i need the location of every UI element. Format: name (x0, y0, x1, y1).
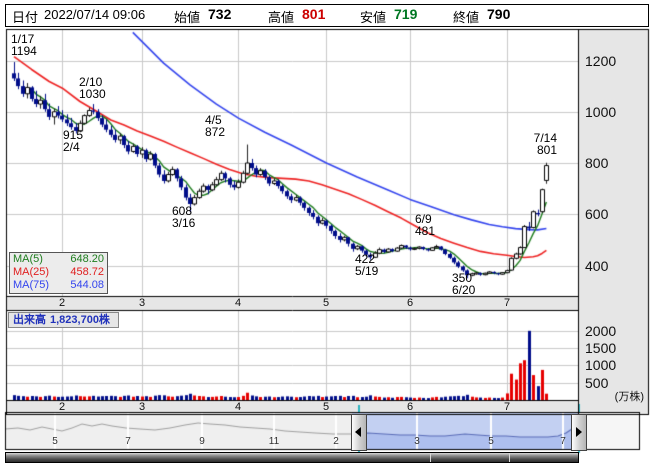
close-value: 790 (487, 6, 511, 22)
open-label: 始値 (174, 10, 201, 25)
date-value: 2022/07/14 09:06 (44, 7, 146, 22)
low-label: 安値 (360, 10, 387, 25)
month-label-upper: 5 (322, 297, 330, 309)
ma-legend-row: MA(75) 544.08 (10, 279, 107, 292)
ma-legend-row: MA(5) 648.20 (10, 253, 107, 266)
month-label-lower: 3 (138, 401, 146, 413)
left-arrow-icon (355, 427, 361, 437)
navigator-left-arrow-button[interactable] (351, 414, 367, 451)
high-value: 801 (302, 6, 326, 22)
chart-annotation: 915 2/4 (63, 128, 84, 154)
open-value: 732 (208, 6, 232, 22)
volume-axis-tick: 1500 (585, 340, 617, 356)
price-axis-tick: 1000 (585, 104, 617, 120)
right-arrow-icon (576, 427, 582, 437)
stock-chart-widget: 日付 2022/07/14 09:06 始値 732 高値 801 安値 719… (0, 0, 653, 470)
volume-header: 出来高 1,823,700株 (8, 312, 119, 328)
navigator-selected-region[interactable] (366, 413, 571, 449)
month-label-lower: 7 (503, 401, 511, 413)
chart-annotation: 1/17 1194 (11, 32, 37, 58)
month-label-upper: 6 (406, 297, 414, 309)
month-label-upper: 7 (503, 297, 511, 309)
ma-legend-value: 458.72 (70, 266, 104, 278)
chart-canvas (0, 0, 653, 470)
price-axis-tick: 400 (585, 258, 609, 274)
volume-axis-tick: 2000 (585, 323, 617, 339)
chart-annotation: 7/14 801 (533, 131, 557, 157)
navigator-right-arrow-button[interactable] (571, 414, 587, 451)
navigator-history-region[interactable] (6, 413, 351, 449)
ma-legend-value: 544.08 (70, 279, 104, 291)
volume-axis-tick: 1000 (585, 357, 617, 373)
high-label: 高値 (268, 10, 295, 25)
chart-annotation: 4/5 872 (205, 113, 226, 139)
horizontal-scrollbar[interactable] (5, 452, 579, 463)
chart-annotation: 608 3/16 (172, 204, 196, 230)
month-label-lower: 4 (234, 401, 242, 413)
volume-value: 1,823,700株 (50, 314, 110, 326)
ma-legend: MA(5) 648.20 MA(25) 458.72 MA(75) 544.08 (9, 252, 108, 294)
month-label-lower: 2 (58, 401, 66, 413)
ma-legend-label: MA(75) (13, 279, 50, 291)
month-label-upper: 3 (138, 297, 146, 309)
chart-annotation: 2/10 1030 (79, 75, 106, 101)
month-label-upper: 2 (58, 297, 66, 309)
low-value: 719 (394, 6, 418, 22)
close-label: 終値 (453, 10, 480, 25)
ma-legend-value: 648.20 (70, 253, 104, 265)
ma-legend-row: MA(25) 458.72 (10, 266, 107, 279)
volume-unit-label: (万株) (614, 391, 644, 403)
month-label-upper: 4 (234, 297, 242, 309)
date-label: 日付 (12, 10, 39, 25)
chart-annotation: 6/9 481 (415, 212, 436, 238)
scrollbar-separator (509, 453, 510, 462)
price-axis-tick: 1200 (585, 53, 617, 69)
chart-annotation: 350 6/20 (452, 271, 476, 297)
price-axis-tick: 800 (585, 155, 609, 171)
price-axis-tick: 600 (585, 206, 609, 222)
volume-label: 出来高 (13, 314, 46, 326)
ma-legend-label: MA(25) (13, 266, 50, 278)
quote-header: 日付 2022/07/14 09:06 始値 732 高値 801 安値 719… (5, 4, 649, 27)
month-label-lower: 5 (322, 401, 330, 413)
chart-annotation: 422 5/19 (355, 252, 379, 278)
month-label-lower: 6 (406, 401, 414, 413)
scrollbar-separator (430, 453, 431, 462)
ma-legend-label: MA(5) (13, 253, 43, 265)
